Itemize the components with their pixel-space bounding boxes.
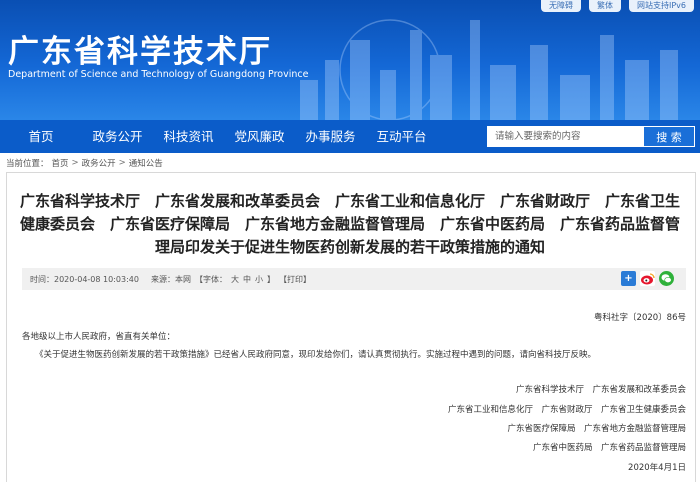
share-plus-icon[interactable]: +	[621, 271, 636, 286]
wechat-icon[interactable]	[659, 271, 674, 286]
nav-item-home[interactable]: 首页	[0, 120, 82, 153]
search-input[interactable]: 请输入要搜索的内容	[487, 126, 643, 147]
nav-item-interaction[interactable]: 互动平台	[366, 120, 437, 153]
skyline-decoration	[300, 19, 678, 120]
breadcrumb-government-affairs[interactable]: 政务公开	[82, 157, 116, 169]
site-header: 无障碍 繁体 网站支持IPv6 广东省科学技术厅 Department of S…	[0, 0, 700, 120]
top-utility-links: 无障碍 繁体 网站支持IPv6	[540, 0, 694, 12]
document-number: 粤科社字〔2020〕86号	[594, 313, 686, 323]
breadcrumb-notices[interactable]: 通知公告	[129, 157, 163, 169]
search-button[interactable]: 搜 索	[643, 126, 695, 147]
signatory-line: 广东省中医药局 广东省药品监督管理局	[532, 443, 686, 453]
font-size-large[interactable]: 大	[231, 274, 239, 285]
breadcrumb-separator: >	[118, 158, 126, 168]
breadcrumb-separator: >	[71, 158, 79, 168]
site-subtitle: Department of Science and Technology of …	[8, 69, 309, 80]
font-size-medium[interactable]: 中	[243, 274, 251, 285]
signatory-line: 广东省科学技术厅 广东省发展和改革委员会	[515, 385, 686, 395]
signatory-line: 广东省工业和信息化厅 广东省财政厅 广东省卫生健康委员会	[447, 405, 686, 415]
breadcrumb-home[interactable]: 首页	[52, 157, 69, 169]
share-icons: +	[621, 271, 674, 286]
article-title: 广东省科学技术厅 广东省发展和改革委员会 广东省工业和信息化厅 广东省财政厅 广…	[19, 192, 680, 256]
article-source: 来源：本网	[150, 274, 191, 284]
issue-date: 2020年4月1日	[628, 463, 686, 473]
salutation: 各地级以上市人民政府，省直有关单位：	[22, 332, 176, 342]
accessibility-link[interactable]: 无障碍	[540, 0, 581, 12]
publish-time: 时间：2020-04-08 10:03:40	[30, 274, 139, 284]
breadcrumb: 当前位置： 首页 > 政务公开 > 通知公告	[6, 157, 163, 169]
font-size-small[interactable]: 小	[255, 274, 263, 285]
nav-item-integrity[interactable]: 党风廉政	[224, 120, 295, 153]
print-link[interactable]: 【打印】	[279, 274, 311, 285]
font-size-label: 【字体：	[194, 274, 227, 284]
signatory-line: 广东省医疗保障局 广东省地方金融监督管理局	[507, 424, 686, 434]
nav-item-services[interactable]: 办事服务	[295, 120, 366, 153]
article-meta-bar: 时间：2020-04-08 10:03:40 来源：本网 【字体： 大 中 小 …	[22, 268, 686, 290]
nav-item-tech-news[interactable]: 科技资讯	[153, 120, 224, 153]
site-title[interactable]: 广东省科学技术厅	[8, 26, 272, 71]
weibo-icon[interactable]	[640, 271, 655, 286]
breadcrumb-label: 当前位置：	[6, 159, 49, 169]
article-body: 《关于促进生物医药创新发展的若干政策措施》已经省人民政府同意，现印发给你们，请认…	[35, 350, 597, 360]
font-size-close: 】	[266, 274, 275, 284]
ipv6-support-link[interactable]: 网站支持IPv6	[628, 0, 694, 12]
traditional-chinese-link[interactable]: 繁体	[588, 0, 621, 12]
nav-item-government-affairs[interactable]: 政务公开	[82, 120, 153, 153]
